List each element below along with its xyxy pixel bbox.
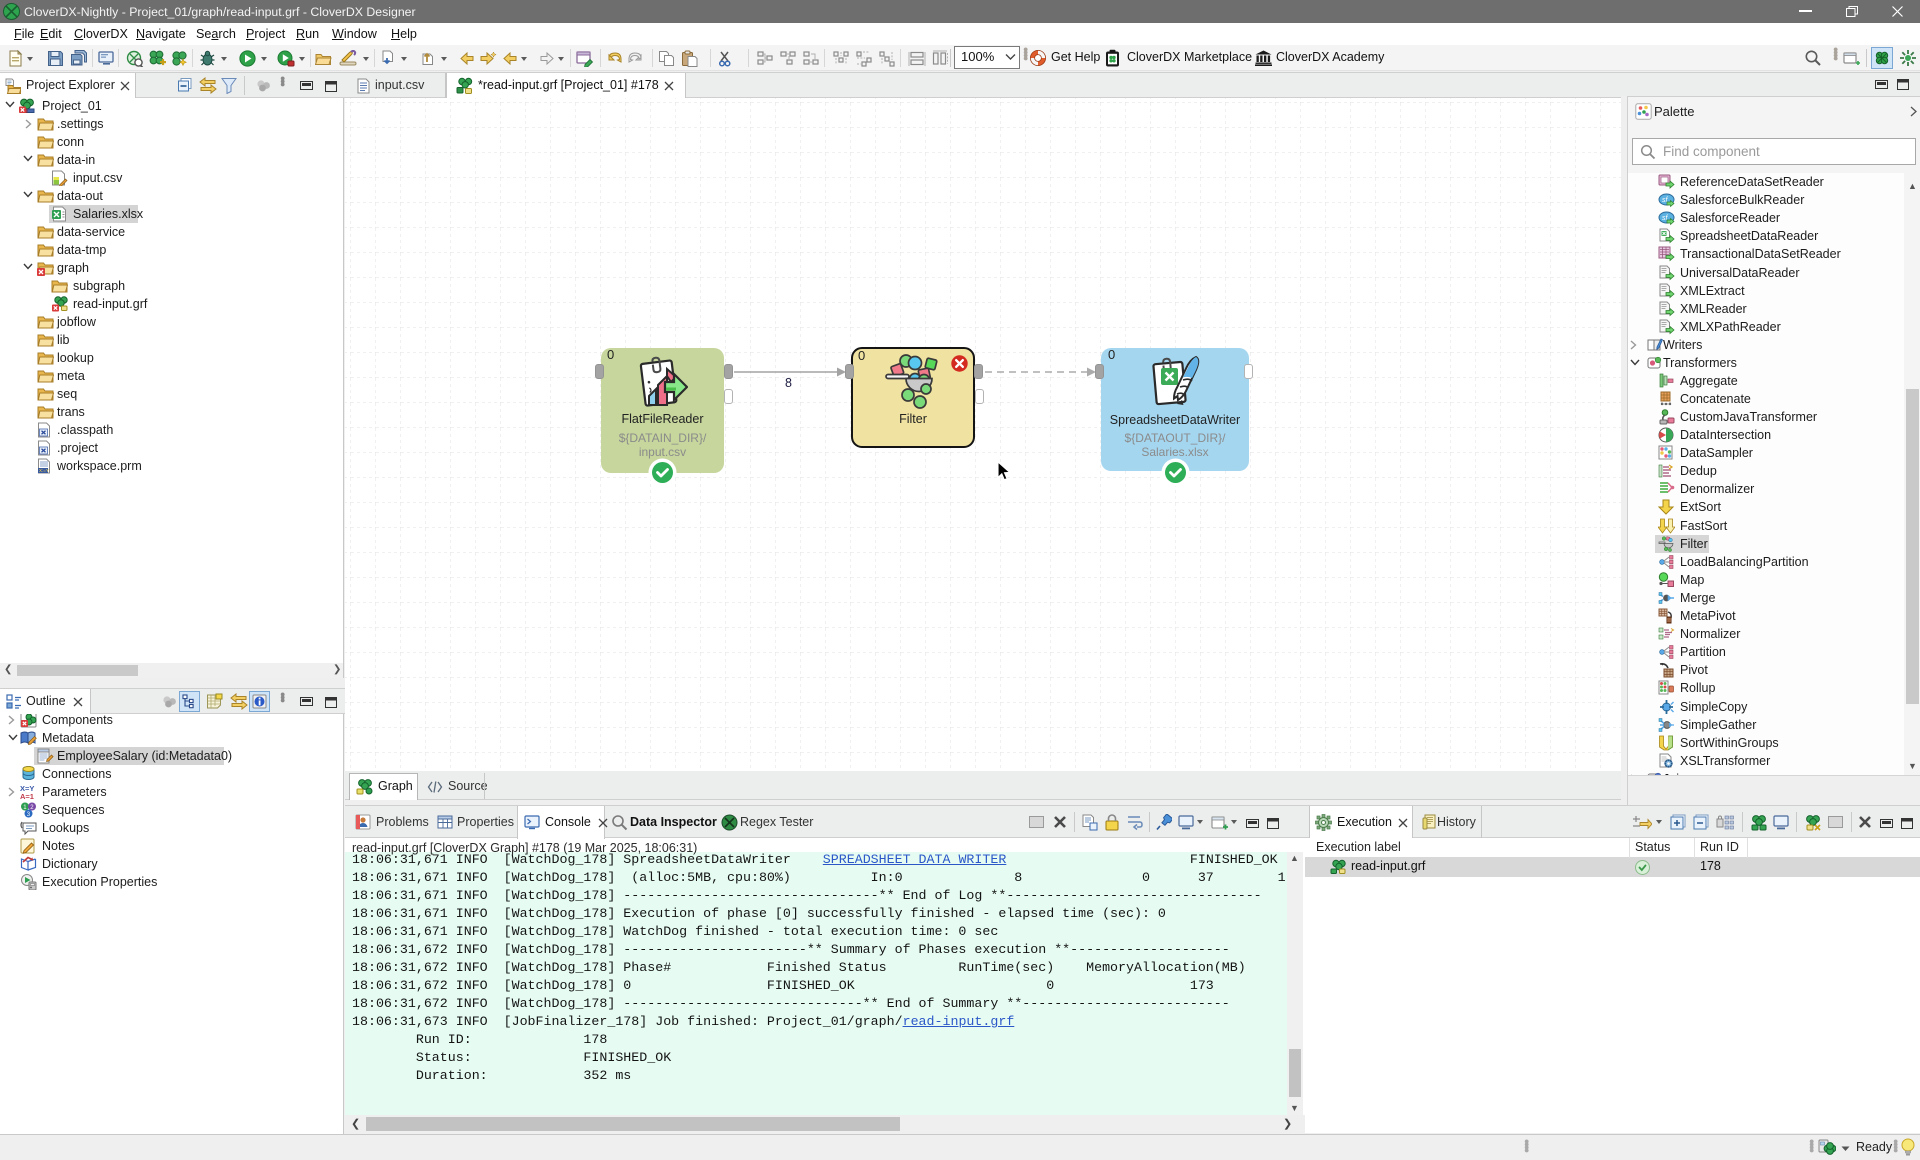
svg-text:A=1: A=1 xyxy=(20,792,34,800)
svg-text:X:=Y: X:=Y xyxy=(39,468,49,473)
